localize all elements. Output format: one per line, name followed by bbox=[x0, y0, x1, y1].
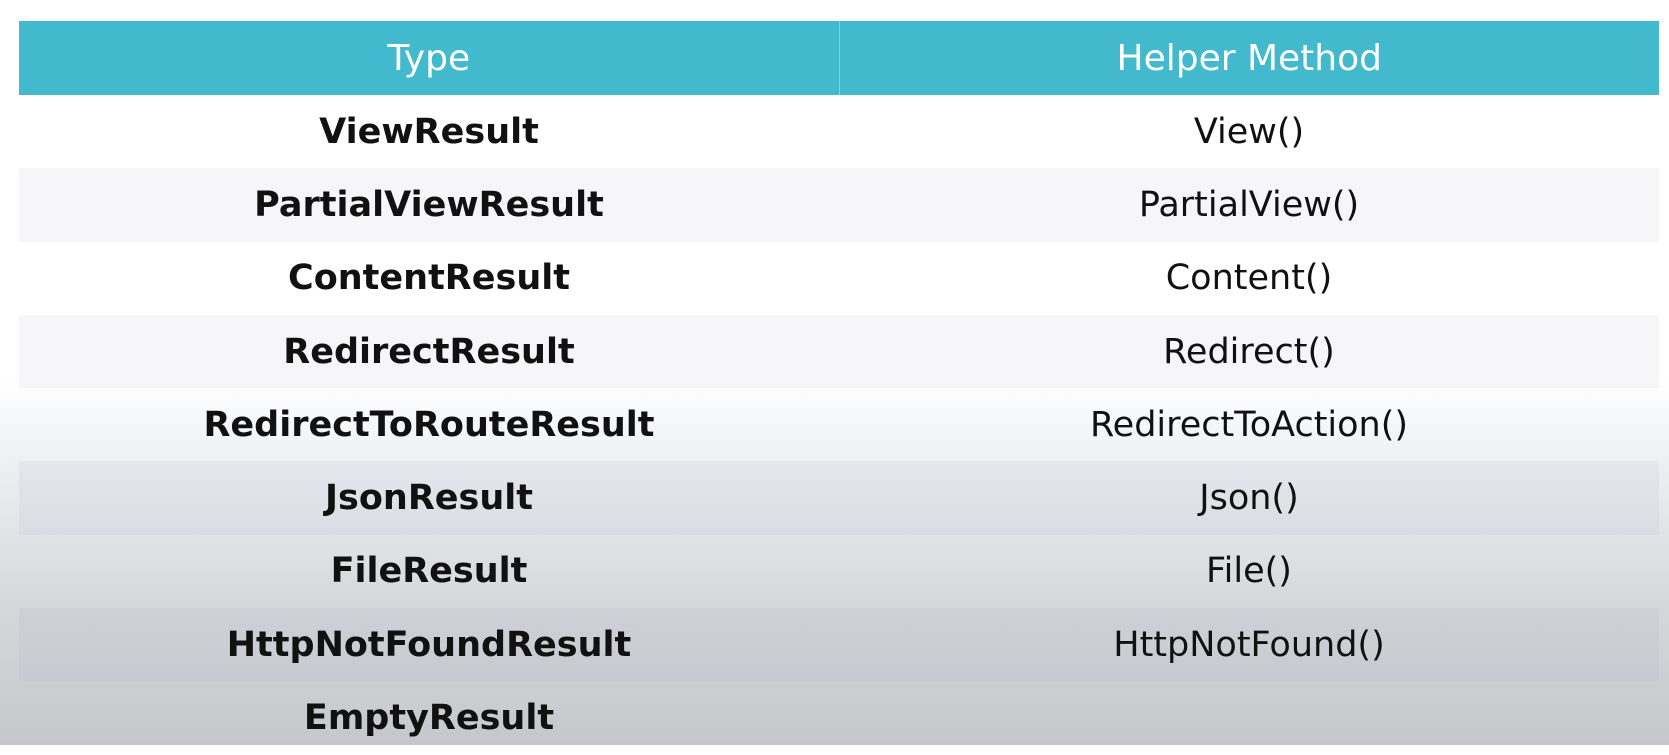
table-row: EmptyResult bbox=[19, 681, 1659, 754]
table-row: JsonResult Json() bbox=[19, 461, 1659, 535]
table-row: ViewResult View() bbox=[19, 95, 1659, 168]
type-cell: EmptyResult bbox=[303, 698, 555, 739]
table-row: ContentResult Content() bbox=[19, 242, 1659, 315]
table-row: PartialViewResult PartialView() bbox=[19, 168, 1659, 242]
type-cell: FileResult bbox=[330, 551, 528, 592]
action-result-table: Type Helper Method ViewResult View() Par… bbox=[19, 21, 1659, 755]
header-helper-method: Helper Method bbox=[838, 21, 1660, 95]
helper-method-cell bbox=[839, 681, 1659, 754]
table-row: HttpNotFoundResult HttpNotFound() bbox=[19, 608, 1659, 682]
helper-method-cell: RedirectToAction() bbox=[1089, 404, 1409, 445]
helper-method-cell: Redirect() bbox=[1163, 331, 1335, 372]
table-row: RedirectResult Redirect() bbox=[19, 314, 1659, 389]
type-cell: ViewResult bbox=[319, 111, 539, 152]
table-header: Type Helper Method bbox=[19, 21, 1659, 95]
type-cell: RedirectToRouteResult bbox=[203, 404, 655, 445]
helper-method-cell: Content() bbox=[1165, 258, 1333, 299]
type-cell: HttpNotFoundResult bbox=[226, 624, 632, 665]
type-cell: JsonResult bbox=[325, 478, 533, 519]
helper-method-cell: HttpNotFound() bbox=[1113, 624, 1385, 665]
header-type: Type bbox=[387, 37, 471, 79]
table-row: RedirectToRouteResult RedirectToAction() bbox=[19, 388, 1659, 461]
type-cell: PartialViewResult bbox=[254, 184, 604, 225]
helper-method-cell: PartialView() bbox=[1138, 184, 1360, 225]
type-cell: RedirectResult bbox=[283, 331, 575, 372]
table-row: FileResult File() bbox=[19, 535, 1659, 608]
helper-method-cell: File() bbox=[1206, 551, 1292, 592]
helper-method-cell: Json() bbox=[1199, 478, 1299, 519]
helper-method-cell: View() bbox=[1193, 111, 1305, 152]
type-cell: ContentResult bbox=[288, 258, 570, 299]
